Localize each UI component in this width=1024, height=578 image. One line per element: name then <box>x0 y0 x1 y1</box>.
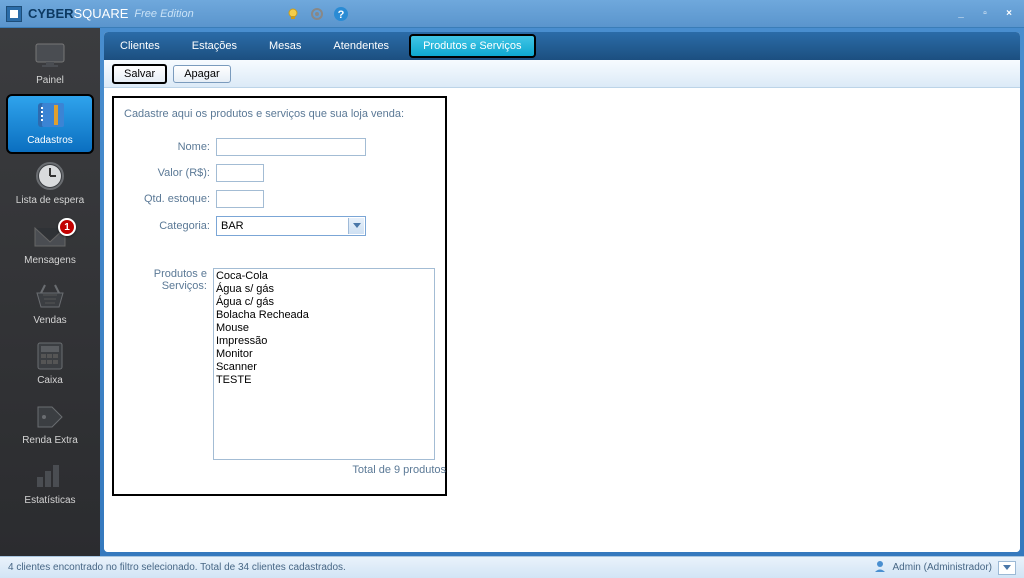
chevron-down-icon <box>348 218 364 234</box>
close-button[interactable]: × <box>1000 7 1018 21</box>
app-logo-icon <box>6 6 22 22</box>
status-left-text: 4 clientes encontrado no filtro selecion… <box>8 562 346 573</box>
sidebar-item-cadastros[interactable]: Cadastros <box>6 94 94 154</box>
list-item[interactable]: Coca-Cola <box>216 270 432 283</box>
minimize-button[interactable]: _ <box>952 7 970 21</box>
sidebar-item-caixa[interactable]: Caixa <box>0 334 100 394</box>
sidebar-item-estatisticas[interactable]: Estatísticas <box>0 454 100 514</box>
tag-icon <box>28 400 72 432</box>
name-input[interactable] <box>216 138 366 156</box>
sidebar-item-lista-de-espera[interactable]: Lista de espera <box>0 154 100 214</box>
svg-text:?: ? <box>337 9 344 21</box>
form-panel: Cadastre aqui os produtos e serviços que… <box>112 96 447 496</box>
list-item[interactable]: Água s/ gás <box>216 283 432 296</box>
sidebar-item-label: Lista de espera <box>16 195 84 206</box>
sidebar-item-label: Vendas <box>33 315 66 326</box>
monitor-icon <box>28 40 72 72</box>
delete-button[interactable]: Apagar <box>173 65 230 83</box>
list-item[interactable]: TESTE <box>216 374 432 387</box>
products-listbox[interactable]: Coca-ColaÁgua s/ gásÁgua c/ gásBolacha R… <box>213 268 435 460</box>
value-label: Valor (R$): <box>124 167 210 179</box>
name-label: Nome: <box>124 141 210 153</box>
sidebar-item-label: Painel <box>36 75 64 86</box>
help-icon[interactable]: ? <box>332 5 350 23</box>
category-label: Categoria: <box>124 220 210 232</box>
list-item[interactable]: Impressão <box>216 335 432 348</box>
list-item[interactable]: Mouse <box>216 322 432 335</box>
list-item[interactable]: Monitor <box>216 348 432 361</box>
sidebar-item-label: Renda Extra <box>22 435 78 446</box>
sidebar-item-mensagens[interactable]: 1 Mensagens <box>0 214 100 274</box>
total-count: Total de 9 produtos <box>124 464 446 476</box>
sidebar-item-label: Caixa <box>37 375 63 386</box>
tab-atendentes[interactable]: Atendentes <box>317 32 405 60</box>
list-label: Produtos e Serviços: <box>124 268 207 292</box>
top-nav: Clientes Estações Mesas Atendentes Produ… <box>104 32 1020 60</box>
category-selected-value: BAR <box>221 220 244 232</box>
notebook-icon <box>28 100 72 132</box>
basket-icon <box>28 280 72 312</box>
main-panel: Clientes Estações Mesas Atendentes Produ… <box>104 32 1020 552</box>
sidebar-item-label: Mensagens <box>24 255 76 266</box>
unread-badge: 1 <box>58 218 76 236</box>
tab-estacoes[interactable]: Estações <box>176 32 253 60</box>
list-item[interactable]: Scanner <box>216 361 432 374</box>
titlebar: CYBERSQUARE Free Edition ? _ ▫ × <box>0 0 1024 28</box>
content-area: Cadastre aqui os produtos e serviços que… <box>104 88 1020 552</box>
gear-icon[interactable] <box>308 5 326 23</box>
list-item[interactable]: Água c/ gás <box>216 296 432 309</box>
save-button[interactable]: Salvar <box>112 64 167 84</box>
sidebar-item-vendas[interactable]: Vendas <box>0 274 100 334</box>
sidebar: Painel Cadastros Lista de espera 1 Mensa… <box>0 28 100 556</box>
bulb-icon[interactable] <box>284 5 302 23</box>
sidebar-item-label: Cadastros <box>27 135 73 146</box>
list-item[interactable]: Bolacha Recheada <box>216 309 432 322</box>
tab-clientes[interactable]: Clientes <box>104 32 176 60</box>
toolbar: Salvar Apagar <box>104 60 1020 88</box>
user-menu-dropdown[interactable] <box>998 561 1016 575</box>
status-user: Admin (Administrador) <box>893 562 992 573</box>
value-input[interactable] <box>216 164 264 182</box>
sidebar-item-painel[interactable]: Painel <box>0 34 100 94</box>
sidebar-item-label: Estatísticas <box>24 495 75 506</box>
brand-suffix: SQUARE <box>74 6 129 21</box>
edition-label: Free Edition <box>134 8 193 20</box>
tab-mesas[interactable]: Mesas <box>253 32 317 60</box>
sidebar-item-renda-extra[interactable]: Renda Extra <box>0 394 100 454</box>
calculator-icon <box>28 340 72 372</box>
qty-input[interactable] <box>216 190 264 208</box>
chart-icon <box>28 460 72 492</box>
clock-icon <box>28 160 72 192</box>
qty-label: Qtd. estoque: <box>124 193 210 205</box>
user-icon <box>873 559 887 576</box>
maximize-button[interactable]: ▫ <box>976 7 994 21</box>
category-select[interactable]: BAR <box>216 216 366 236</box>
tab-produtos-servicos[interactable]: Produtos e Serviços <box>409 34 535 58</box>
form-title: Cadastre aqui os produtos e serviços que… <box>124 108 435 120</box>
statusbar: 4 clientes encontrado no filtro selecion… <box>0 556 1024 578</box>
brand-prefix: CYBER <box>28 6 74 21</box>
